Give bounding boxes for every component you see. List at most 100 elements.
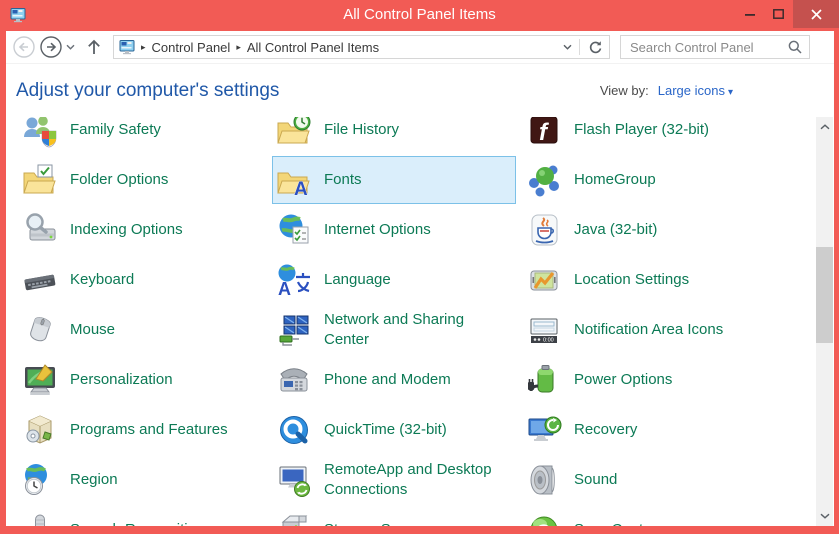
mouse-icon <box>22 312 58 348</box>
title-bar: All Control Panel Items <box>0 0 839 31</box>
back-icon <box>13 36 35 58</box>
view-by-dropdown[interactable]: Large icons▾ <box>658 83 733 98</box>
item-label: HomeGroup <box>574 170 656 190</box>
item-mouse[interactable]: Mouse <box>18 306 266 354</box>
svg-text:A: A <box>278 279 291 298</box>
breadcrumb-all-items[interactable]: All Control Panel Items <box>247 40 379 55</box>
item-sync-center[interactable]: Sync Center <box>522 506 766 526</box>
item-label: Power Options <box>574 370 672 390</box>
page-header: Adjust your computer's settings View by:… <box>6 64 834 117</box>
item-label: Programs and Features <box>70 420 228 440</box>
fonts-icon: A <box>276 162 312 198</box>
refresh-icon <box>588 40 603 55</box>
item-storage-spaces[interactable]: Storage Spaces <box>272 506 516 526</box>
item-label: Sound <box>574 470 617 490</box>
vertical-scrollbar[interactable] <box>816 117 833 526</box>
item-label: Keyboard <box>70 270 134 290</box>
item-label: Internet Options <box>324 220 431 240</box>
back-button[interactable] <box>13 36 35 58</box>
scroll-down-button[interactable] <box>816 508 833 524</box>
refresh-button[interactable] <box>583 40 607 55</box>
item-label: QuickTime (32-bit) <box>324 420 447 440</box>
region-icon <box>22 462 58 498</box>
item-network-and-sharing-center[interactable]: Network and Sharing Center <box>272 306 516 354</box>
item-label: Language <box>324 270 391 290</box>
item-language[interactable]: A Language <box>272 256 516 304</box>
svg-text:A: A <box>294 179 308 198</box>
item-personalization[interactable]: Personalization <box>18 356 266 404</box>
power-options-icon <box>526 362 562 398</box>
item-file-history[interactable]: File History <box>272 117 516 154</box>
address-dropdown-button[interactable] <box>558 44 576 50</box>
item-recovery[interactable]: Recovery <box>522 406 766 454</box>
item-label: Storage Spaces <box>324 520 431 526</box>
screenshot: All Control Panel Items <box>0 0 839 534</box>
forward-button[interactable] <box>40 36 62 58</box>
item-label: Flash Player (32-bit) <box>574 120 709 140</box>
location-settings-icon <box>526 262 562 298</box>
homegroup-icon <box>526 162 562 198</box>
indexing-options-icon <box>22 212 58 248</box>
notification-area-icons-icon: 0:00 <box>526 312 562 348</box>
item-java-32-bit[interactable]: Java (32-bit) <box>522 206 766 254</box>
item-remoteapp-and-desktop-connections[interactable]: RemoteApp and Desktop Connections <box>272 456 516 504</box>
control-panel-window: All Control Panel Items <box>0 0 839 534</box>
item-label: Location Settings <box>574 270 689 290</box>
minimize-button[interactable] <box>735 0 764 28</box>
storage-spaces-icon <box>276 512 312 526</box>
item-label: Indexing Options <box>70 220 183 240</box>
item-indexing-options[interactable]: Indexing Options <box>18 206 266 254</box>
file-history-icon <box>276 117 312 148</box>
svg-text:0:00: 0:00 <box>543 338 554 344</box>
item-region[interactable]: Region <box>18 456 266 504</box>
search-icon[interactable] <box>788 40 802 54</box>
scrollbar-thumb[interactable] <box>816 247 833 343</box>
view-by-group: View by: Large icons▾ <box>600 83 733 98</box>
item-sound[interactable]: Sound <box>522 456 766 504</box>
item-label: Folder Options <box>70 170 168 190</box>
close-button[interactable] <box>793 0 839 28</box>
item-label: Mouse <box>70 320 115 340</box>
client-area: ▸ Control Panel ▸ All Control Panel Item… <box>6 31 834 526</box>
item-label: Network and Sharing Center <box>324 310 502 351</box>
item-speech-recognition[interactable]: Speech Recognition <box>18 506 266 526</box>
recent-pages-button[interactable] <box>63 36 77 58</box>
item-flash-player-32-bit[interactable]: f Flash Player (32-bit) <box>522 117 766 154</box>
quicktime-icon <box>276 412 312 448</box>
minimize-icon <box>745 9 755 19</box>
breadcrumb-separator-icon: ▸ <box>236 42 241 53</box>
chevron-up-icon <box>820 124 830 130</box>
item-label: Sync Center <box>574 520 657 526</box>
item-location-settings[interactable]: Location Settings <box>522 256 766 304</box>
breadcrumb-separator-icon: ▸ <box>141 42 146 53</box>
up-button[interactable] <box>84 36 104 58</box>
item-keyboard[interactable]: Keyboard <box>18 256 266 304</box>
programs-and-features-icon <box>22 412 58 448</box>
item-notification-area-icons[interactable]: 0:00 Notification Area Icons <box>522 306 766 354</box>
item-family-safety[interactable]: Family Safety <box>18 117 266 154</box>
item-homegroup[interactable]: HomeGroup <box>522 156 766 204</box>
address-bar[interactable]: ▸ Control Panel ▸ All Control Panel Item… <box>113 35 610 59</box>
item-quicktime-32-bit[interactable]: QuickTime (32-bit) <box>272 406 516 454</box>
maximize-button[interactable] <box>764 0 793 28</box>
item-internet-options[interactable]: Internet Options <box>272 206 516 254</box>
item-folder-options[interactable]: Folder Options <box>18 156 266 204</box>
window-title: All Control Panel Items <box>0 0 839 31</box>
item-label: RemoteApp and Desktop Connections <box>324 460 502 501</box>
folder-options-icon <box>22 162 58 198</box>
item-programs-and-features[interactable]: Programs and Features <box>18 406 266 454</box>
item-power-options[interactable]: Power Options <box>522 356 766 404</box>
flash-player-icon: f <box>526 117 562 148</box>
scroll-up-button[interactable] <box>816 119 833 135</box>
item-label: Recovery <box>574 420 637 440</box>
breadcrumb-control-panel[interactable]: Control Panel <box>152 40 231 55</box>
item-label: Java (32-bit) <box>574 220 657 240</box>
item-phone-and-modem[interactable]: Phone and Modem <box>272 356 516 404</box>
search-input[interactable] <box>628 39 788 56</box>
forward-icon <box>40 36 62 58</box>
phone-and-modem-icon <box>276 362 312 398</box>
page-title: Adjust your computer's settings <box>16 80 279 102</box>
item-fonts[interactable]: A Fonts <box>272 156 516 204</box>
breadcrumb-location-icon <box>119 39 135 55</box>
items-area: Family Safety File History f Flash Playe… <box>6 117 834 526</box>
